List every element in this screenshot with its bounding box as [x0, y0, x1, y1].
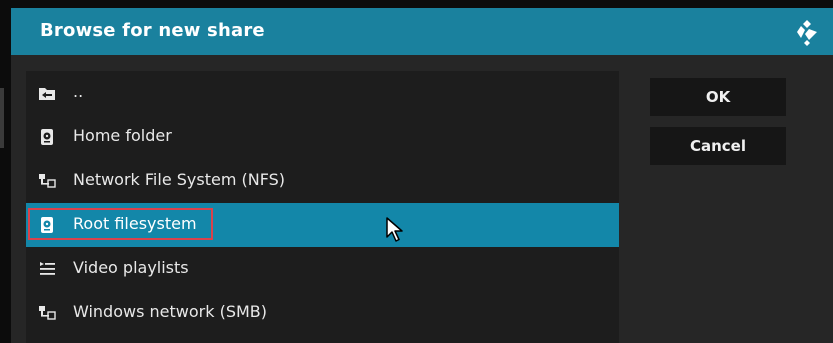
background-scroll-edge — [0, 88, 4, 148]
list-item-label: Home folder — [73, 126, 172, 145]
dialog-title: Browse for new share — [40, 20, 265, 41]
mouse-pointer-icon — [386, 217, 403, 242]
list-item-label: Windows network (SMB) — [73, 302, 267, 321]
list-item-smb[interactable]: Windows network (SMB) — [26, 291, 619, 335]
parent-folder-icon — [39, 88, 55, 100]
network-icon — [39, 174, 56, 188]
annotation-highlight-box — [28, 208, 213, 240]
source-list: .. Home folder Network File System (NFS) — [26, 71, 619, 343]
drive-icon — [41, 129, 53, 145]
network-icon — [39, 306, 56, 320]
list-item-video-playlists[interactable]: Video playlists — [26, 247, 619, 291]
list-item-label: Video playlists — [73, 258, 189, 277]
kodi-logo-icon — [797, 20, 817, 46]
list-item-nfs[interactable]: Network File System (NFS) — [26, 159, 619, 203]
cancel-button[interactable]: Cancel — [650, 127, 786, 165]
list-item-root-filesystem[interactable]: Root filesystem — [26, 203, 619, 247]
dialog-titlebar: Browse for new share — [11, 8, 833, 55]
list-item-label: Network File System (NFS) — [73, 170, 286, 189]
list-item-label: .. — [73, 82, 84, 101]
browse-dialog: Browse for new share .. Home folder Netw… — [11, 8, 833, 343]
list-item-home-folder[interactable]: Home folder — [26, 115, 619, 159]
list-item-parent[interactable]: .. — [26, 71, 619, 115]
playlist-icon — [40, 262, 55, 275]
ok-button[interactable]: OK — [650, 78, 786, 116]
